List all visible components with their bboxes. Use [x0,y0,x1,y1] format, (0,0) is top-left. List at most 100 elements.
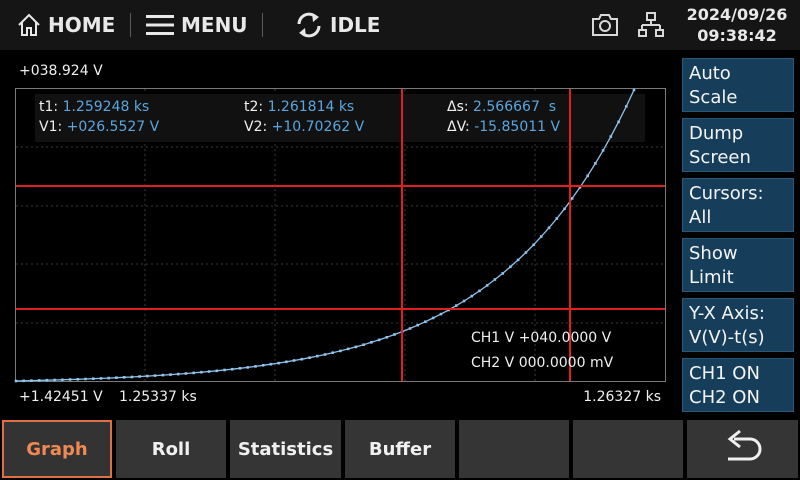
trace-point [555,217,559,220]
trace-point [231,367,234,371]
t2-value: 1.261814 ks [267,99,355,115]
back-button[interactable] [687,420,798,478]
trace-point [370,341,373,344]
x-axis-min-label: 1.25337 ks [119,389,197,405]
trace-point [14,379,18,383]
trace-point [485,284,489,287]
y-axis-min-label: +1.42451 V [19,389,103,405]
trace-point [601,149,605,152]
trace-point [176,372,180,376]
trace-point [617,120,620,124]
trace-point [439,312,443,316]
trace-point [547,226,551,230]
trace-point [632,88,636,92]
delta-s-readout: Δs: 2.566667 s [447,99,556,115]
trace-point [207,370,211,373]
cursor-t1-readout: t1: 1.259248 ks [39,99,149,115]
trace-point [362,343,365,346]
tab-empty-2[interactable] [573,420,683,478]
v2-label: V2: [244,119,268,135]
trace-point [115,376,118,379]
trace-point [354,345,358,349]
show-limit-button[interactable]: Show Limit [682,238,794,292]
v2-value: +10.70262 V [271,119,365,135]
trace-point [169,373,172,376]
trace-point [501,272,504,275]
trace-point [516,258,520,262]
trace-point [215,369,219,373]
trace-point [92,377,95,380]
trace-point [292,359,296,362]
trace-point [416,323,419,327]
trace-point [509,265,512,269]
trace-point [68,378,72,381]
trace-point [462,299,466,303]
cursor-v2-readout: V2: +10.70262 V [244,119,364,135]
trace-point [431,316,435,320]
ch1-readout: CH1 V +040.0000 V [471,330,612,346]
delta-s-value: 2.566667 s [473,99,557,115]
trace-point [277,361,280,365]
delta-v-value: -15.85011 V [474,119,561,135]
trace-point [308,356,311,359]
trace-point [609,135,613,138]
trace-point [470,294,474,298]
trace-point [138,375,141,378]
plot-area[interactable] [0,0,800,480]
trace-point [84,377,87,381]
trace-point [76,378,80,381]
x-axis-max-label: 1.26327 ks [583,389,661,405]
trace-point [524,251,528,254]
cursor-t2-readout: t2: 1.261814 ks [244,99,354,115]
trace-point [346,347,350,351]
cursors-button[interactable]: Cursors: All [682,178,794,232]
trace-point [153,374,157,377]
trace-point [563,207,566,211]
trace-point [22,379,25,383]
auto-scale-button[interactable]: Auto Scale [682,58,794,112]
trace-point [377,338,381,342]
yx-axis-button[interactable]: Y-X Axis: V(V)-t(s) [682,298,794,352]
channel-toggle-button[interactable]: CH1 ON CH2 ON [682,358,794,412]
trace-point [478,289,481,293]
trace-point [424,320,427,323]
trace-point [122,376,126,379]
v1-value: +026.5527 V [66,119,160,135]
delta-v-readout: ΔV: -15.85011 V [447,119,560,135]
trace-point [107,376,110,380]
trace-point [184,372,188,375]
tab-roll[interactable]: Roll [116,420,226,478]
trace-point [238,367,242,370]
trace-point [223,368,226,372]
trace-point [61,378,64,382]
trace-point [493,278,497,281]
tab-buffer[interactable]: Buffer [345,420,455,478]
tab-graph[interactable]: Graph [2,420,112,478]
trace-point [146,374,149,378]
trace-point [532,243,535,247]
trace-point [455,304,458,307]
tab-statistics[interactable]: Statistics [230,420,341,478]
dump-screen-button[interactable]: Dump Screen [682,118,794,172]
trace-point [285,360,288,364]
trace-point [53,378,56,382]
trace-point [130,375,134,379]
trace-point [99,377,103,380]
trace-point [161,373,165,377]
trace-point [323,353,327,356]
trace-point [586,174,589,178]
delta-s-label: Δs: [447,99,469,115]
trace-point [408,327,412,330]
back-arrow-icon [727,429,761,461]
ch2-readout: CH2 V 000.0000 mV [471,355,614,371]
cursor-v1-readout: V1: +026.5527 V [39,119,159,135]
t1-label: t1: [39,99,59,115]
trace-point [625,105,628,108]
y-axis-max-label: +038.924 V [19,63,103,79]
trace-point [594,162,597,165]
trace-point [261,364,265,367]
trace-point [339,349,342,353]
trace-point [316,354,319,358]
t1-value: 1.259248 ks [62,99,150,115]
tab-empty-1[interactable] [459,420,569,478]
